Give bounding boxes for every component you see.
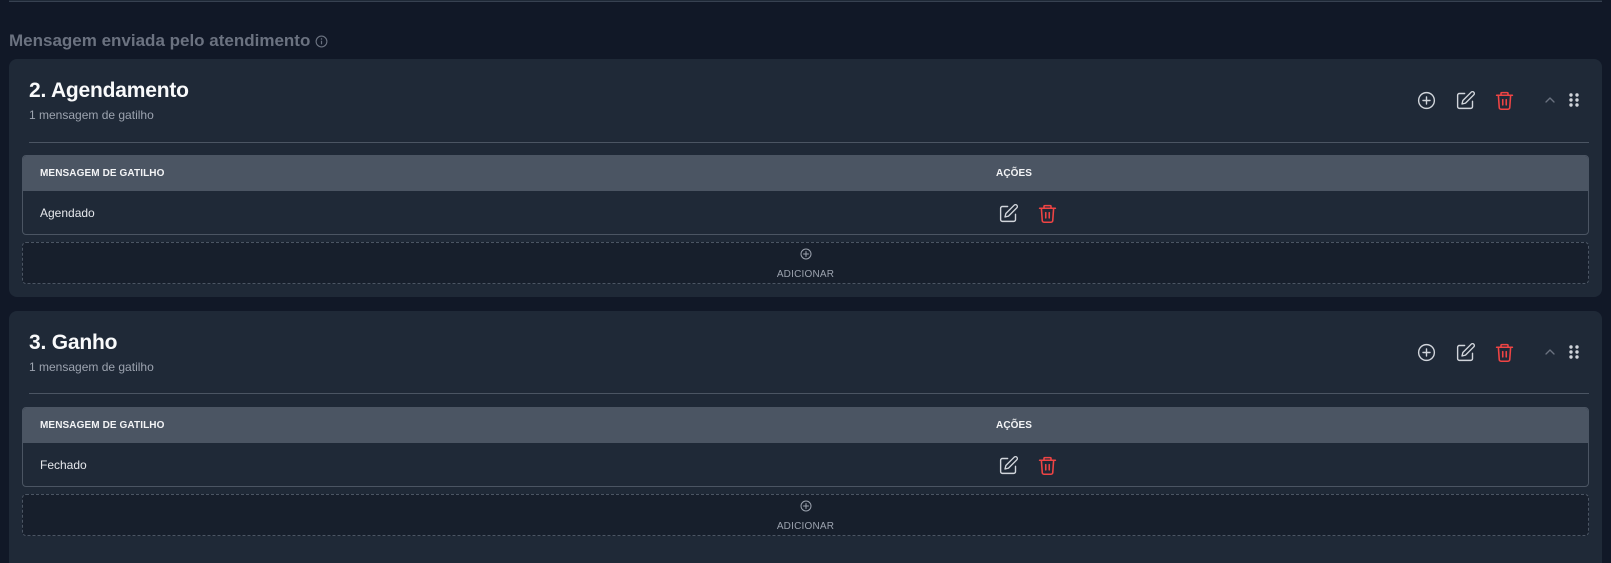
stage-actions xyxy=(1414,340,1582,364)
row-actions xyxy=(996,201,1059,225)
add-trigger-message-button[interactable]: ADICIONAR xyxy=(22,242,1589,284)
trigger-message-table: MENSAGEM DE GATILHO AÇÕES Agendado xyxy=(22,155,1589,235)
trigger-message-text: Agendado xyxy=(40,206,95,220)
trash-icon[interactable] xyxy=(1035,201,1059,225)
previous-card-edge xyxy=(9,0,1602,2)
add-button-label: ADICIONAR xyxy=(776,268,835,280)
table-row: Agendado xyxy=(23,191,1588,234)
trash-icon[interactable] xyxy=(1492,88,1516,112)
plus-circle-icon xyxy=(800,247,812,265)
add-button-label: ADICIONAR xyxy=(776,520,835,532)
stage-divider xyxy=(29,142,1589,143)
column-header-message: MENSAGEM DE GATILHO xyxy=(40,168,165,179)
table-row: Fechado xyxy=(23,443,1588,486)
stage-subtitle: 1 mensagem de gatilho xyxy=(29,108,154,122)
plus-circle-icon[interactable] xyxy=(1414,88,1438,112)
stage-actions xyxy=(1414,88,1582,112)
column-header-actions: AÇÕES xyxy=(996,168,1033,179)
chevron-up-icon[interactable] xyxy=(1538,88,1562,112)
stage-divider xyxy=(29,393,1589,394)
chevron-up-icon[interactable] xyxy=(1538,340,1562,364)
stage-card-ganho: 3. Ganho 1 mensagem de gatilho MENSAGEM … xyxy=(9,311,1602,563)
edit-icon[interactable] xyxy=(996,453,1020,477)
stage-subtitle: 1 mensagem de gatilho xyxy=(29,360,154,374)
add-trigger-message-button[interactable]: ADICIONAR xyxy=(22,494,1589,536)
column-header-message: MENSAGEM DE GATILHO xyxy=(40,420,165,431)
edit-icon[interactable] xyxy=(1453,340,1477,364)
stage-title: 2. Agendamento xyxy=(29,79,189,102)
trigger-message-table: MENSAGEM DE GATILHO AÇÕES Fechado xyxy=(22,407,1589,487)
drag-handle-icon[interactable] xyxy=(1566,88,1582,112)
plus-circle-icon[interactable] xyxy=(1414,340,1438,364)
section-title: Mensagem enviada pelo atendimento xyxy=(9,30,328,52)
stage-card-agendamento: 2. Agendamento 1 mensagem de gatilho MEN… xyxy=(9,59,1602,297)
stage-header: 2. Agendamento 1 mensagem de gatilho xyxy=(29,78,189,122)
trigger-message-text: Fechado xyxy=(40,458,87,472)
table-header: MENSAGEM DE GATILHO AÇÕES xyxy=(23,408,1588,443)
stage-header: 3. Ganho 1 mensagem de gatilho xyxy=(29,330,154,374)
table-header: MENSAGEM DE GATILHO AÇÕES xyxy=(23,156,1588,191)
plus-circle-icon xyxy=(800,499,812,517)
stage-title: 3. Ganho xyxy=(29,331,118,354)
section-title-text: Mensagem enviada pelo atendimento xyxy=(9,31,311,50)
row-actions xyxy=(996,453,1059,477)
trash-icon[interactable] xyxy=(1492,340,1516,364)
edit-icon[interactable] xyxy=(1453,88,1477,112)
info-icon[interactable] xyxy=(315,35,328,48)
trash-icon[interactable] xyxy=(1035,453,1059,477)
column-header-actions: AÇÕES xyxy=(996,420,1033,431)
edit-icon[interactable] xyxy=(996,201,1020,225)
drag-handle-icon[interactable] xyxy=(1566,340,1582,364)
